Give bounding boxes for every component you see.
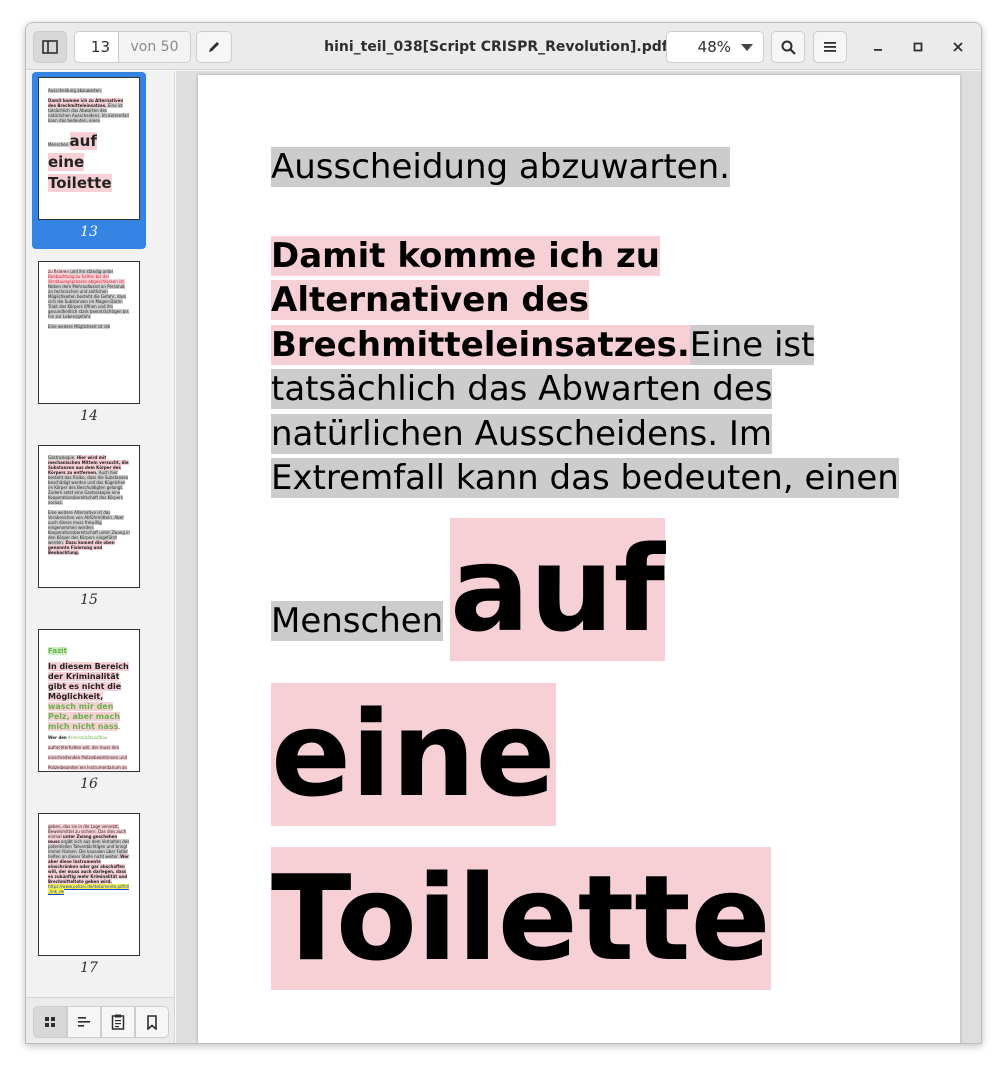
thumb-text: Auch hier besteht das Risiko, dass die S…: [48, 470, 129, 505]
thumbnails-icon: [45, 1017, 55, 1027]
tab-thumbnails[interactable]: [33, 1006, 67, 1038]
thumb-text: Menschen: [48, 142, 70, 147]
search-icon: [781, 40, 796, 55]
hamburger-icon: [824, 42, 836, 52]
pencil-icon: [209, 42, 219, 52]
highlighted-text: tatsächlich das Abwarten des: [271, 369, 773, 409]
document-view[interactable]: Ausscheidung abzuwarten. Damit komme ich…: [176, 71, 981, 1043]
thumbnail-page-15[interactable]: Gastroskopie. Hier wird mit mechanischen…: [32, 440, 146, 617]
document-line: eine: [271, 683, 556, 826]
maximize-button[interactable]: [906, 35, 930, 59]
sidebar-toggle-button[interactable]: [33, 31, 67, 63]
current-page-input[interactable]: 13: [75, 32, 119, 62]
highlighted-text: auf: [450, 518, 665, 661]
sidebar-icon: [42, 40, 58, 54]
header-bar: 13 von 50 hini_teil_038[Script CRISPR_Re…: [26, 23, 981, 70]
page-number-entry[interactable]: 13 von 50: [74, 31, 191, 63]
thumbnail-page-number: 17: [80, 960, 98, 976]
highlighted-text: eine: [271, 683, 556, 826]
document-line: Menschen: [271, 601, 444, 641]
chevron-down-icon: [741, 43, 753, 51]
sidebar-tab-bar: [26, 997, 174, 1043]
highlighted-text: Damit komme ich zu: [271, 236, 660, 276]
thumb-text: Ausscheidung abzuwarten.: [48, 88, 102, 93]
thumbnail-page-14[interactable]: zu fixieren und ihn ständig unter Beobac…: [32, 256, 146, 433]
highlighted-text: Menschen: [271, 601, 444, 641]
main-menu-button[interactable]: [813, 31, 847, 63]
thumb-text: Beobachtung zu halten bis der Verdauungs…: [48, 274, 126, 284]
thumb-text: Fazit: [48, 647, 67, 655]
document-line: Alternativen des: [271, 280, 590, 320]
highlighted-text: Alternativen des: [271, 280, 590, 320]
thumb-text: ergibt sich aus dem Verhalten des potent…: [48, 839, 130, 859]
thumbnail-page-number: 14: [80, 408, 98, 424]
highlighted-text: Ausscheidung abzuwarten.: [271, 147, 730, 187]
highlighted-text: Extremfall kann das bedeuten, einen: [271, 458, 899, 498]
close-button[interactable]: [946, 35, 970, 59]
tab-outline[interactable]: [67, 1006, 101, 1038]
thumbnail-image: geben, das sie in die Lage versetzt, Bew…: [38, 813, 140, 956]
zoom-level: 48%: [697, 38, 731, 56]
thumb-text: Eine weitere Möglichkeit ist die: [48, 324, 111, 329]
thumbnail-sidebar: Ausscheidung abzuwarten. Damit komme ich…: [26, 71, 175, 1043]
document-line: tatsächlich das Abwarten des: [271, 369, 773, 409]
outline-icon: [78, 1017, 90, 1027]
total-pages-label: von 50: [119, 32, 190, 62]
thumbnail-image: Ausscheidung abzuwarten. Damit komme ich…: [38, 77, 140, 220]
tab-annotations[interactable]: [101, 1006, 135, 1038]
thumbnail-page-number: 13: [80, 224, 98, 240]
thumbnail-image: zu fixieren und ihn ständig unter Beobac…: [38, 261, 140, 404]
search-button[interactable]: [771, 31, 805, 63]
thumb-text: auf eine Toilette: [48, 132, 112, 192]
annotate-button[interactable]: [196, 31, 232, 63]
document-line: Extremfall kann das bedeuten, einen: [271, 458, 899, 498]
thumbnail-page-17[interactable]: geben, das sie in die Lage versetzt, Bew…: [32, 808, 146, 985]
maximize-icon: [913, 42, 923, 52]
annotations-icon: [111, 1014, 125, 1030]
document-line: Brechmitteleinsatzes. Eine ist: [271, 325, 815, 365]
minimize-icon: [874, 49, 882, 51]
document-line: Toilette: [271, 847, 771, 990]
tab-bookmarks[interactable]: [135, 1006, 169, 1038]
thumb-text: In diesem Bereich der Kriminalität gibt …: [48, 662, 129, 701]
thumb-text: Kriminalitätsaufbau: [68, 735, 108, 740]
document-line: auf: [450, 518, 665, 661]
highlighted-text: Eine ist: [689, 325, 815, 365]
highlighted-text: Brechmitteleinsatzes.: [271, 325, 690, 365]
thumbnail-page-number: 16: [80, 776, 98, 792]
document-line: Ausscheidung abzuwarten.: [271, 147, 730, 187]
thumb-text: wasch mir den Pelz, aber mach mich nicht…: [48, 702, 120, 731]
document-viewer-window: 13 von 50 hini_teil_038[Script CRISPR_Re…: [25, 22, 982, 1044]
close-icon: [953, 42, 963, 52]
thumbnail-page-13[interactable]: Ausscheidung abzuwarten. Damit komme ich…: [32, 72, 146, 249]
thumb-text: Neben dem Mehraufwand an Personal, an te…: [48, 284, 129, 319]
pdf-page: Ausscheidung abzuwarten. Damit komme ich…: [198, 75, 960, 1043]
thumbnail-page-number: 15: [80, 592, 98, 608]
thumbnail-image: Fazit In diesem Bereich der Kriminalität…: [38, 629, 140, 772]
document-line: Damit komme ich zu: [271, 236, 660, 276]
bookmarks-icon: [147, 1014, 157, 1030]
highlighted-text: Toilette: [271, 847, 771, 990]
thumb-text: aufrechterhalten will, der muss den eins…: [48, 745, 128, 771]
highlighted-text: natürlichen Ausscheidens. Im: [271, 414, 773, 454]
zoom-selector[interactable]: 48%: [666, 31, 764, 63]
thumbnail-page-16[interactable]: Fazit In diesem Bereich der Kriminalität…: [32, 624, 146, 801]
document-line: natürlichen Ausscheidens. Im: [271, 414, 773, 454]
window-title: hini_teil_038[Script CRISPR_Revolution].…: [324, 38, 668, 55]
thumb-text: https://www.polizei.de/dokumente.pdf/dl_…: [48, 884, 129, 894]
thumbnail-image: Gastroskopie. Hier wird mit mechanischen…: [38, 445, 140, 588]
minimize-button[interactable]: [866, 35, 890, 59]
